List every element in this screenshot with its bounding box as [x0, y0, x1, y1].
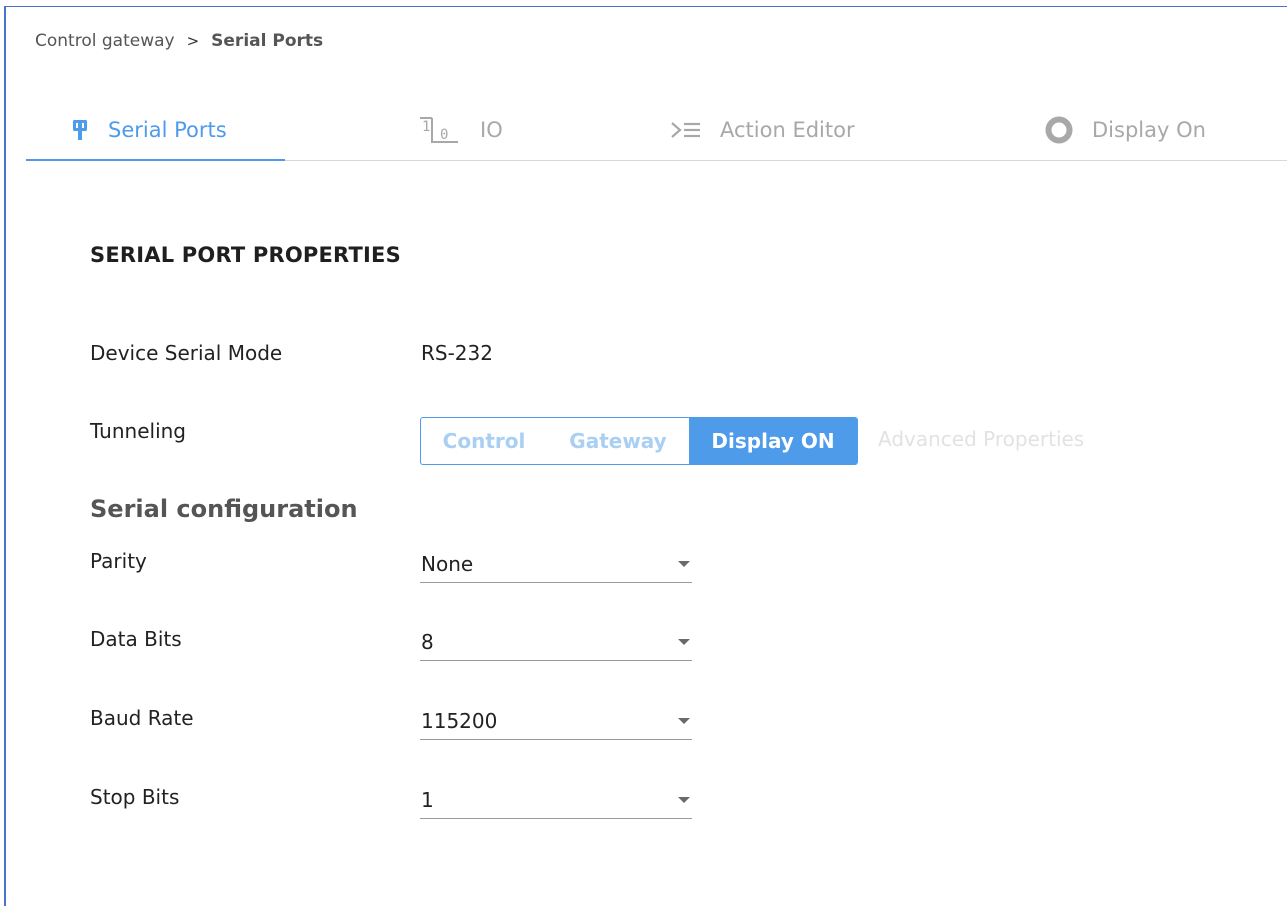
data-bits-value: 8: [421, 630, 434, 654]
tab-serial-ports[interactable]: Serial Ports: [26, 99, 285, 161]
breadcrumb-separator: >: [186, 32, 200, 50]
tab-action-editor[interactable]: Action Editor: [670, 99, 855, 160]
tab-label: Display On: [1092, 117, 1206, 142]
app-frame: Control gateway > Serial Ports Serial Po…: [4, 6, 1287, 906]
tab-label: IO: [480, 117, 503, 142]
section-title: SERIAL PORT PROPERTIES: [90, 243, 401, 267]
stop-bits-select[interactable]: 1: [420, 784, 692, 819]
tab-label: Action Editor: [720, 117, 855, 142]
plug-icon: [70, 119, 90, 141]
baud-rate-value: 115200: [421, 709, 498, 733]
tab-io[interactable]: 1 0 IO: [418, 99, 503, 160]
breadcrumb: Control gateway > Serial Ports: [35, 31, 323, 51]
tab-display-on[interactable]: Display On: [1044, 99, 1206, 160]
tab-label: Serial Ports: [108, 117, 227, 142]
action-list-icon: [670, 120, 702, 140]
breadcrumb-current: Serial Ports: [211, 31, 324, 51]
tunneling-option-control[interactable]: Control: [421, 418, 547, 464]
stop-bits-label: Stop Bits: [90, 785, 180, 809]
advanced-properties-link[interactable]: Advanced Properties: [878, 427, 1084, 451]
data-bits-label: Data Bits: [90, 627, 182, 651]
tunneling-label: Tunneling: [90, 419, 186, 443]
serial-configuration-heading: Serial configuration: [90, 495, 358, 523]
parity-value: None: [421, 552, 474, 576]
svg-text:0: 0: [440, 127, 448, 143]
tunneling-option-display-on[interactable]: Display ON: [689, 418, 857, 464]
breadcrumb-parent[interactable]: Control gateway: [35, 31, 175, 51]
tunneling-option-gateway[interactable]: Gateway: [547, 418, 689, 464]
chevron-down-icon: [678, 561, 690, 567]
baud-rate-label: Baud Rate: [90, 706, 194, 730]
tab-bar: Serial Ports 1 0 IO Action Editor Displa…: [26, 99, 1287, 161]
chevron-down-icon: [678, 718, 690, 724]
device-serial-mode-value: RS-232: [421, 341, 493, 365]
svg-text:1: 1: [422, 119, 430, 135]
io-icon: 1 0: [418, 115, 462, 145]
chevron-down-icon: [678, 639, 690, 645]
chevron-down-icon: [678, 797, 690, 803]
parity-label: Parity: [90, 549, 147, 573]
baud-rate-select[interactable]: 115200: [420, 705, 692, 740]
ring-icon: [1044, 115, 1074, 145]
parity-select[interactable]: None: [420, 548, 692, 583]
tunneling-segmented-control: Control Gateway Display ON: [420, 417, 858, 465]
stop-bits-value: 1: [421, 788, 434, 812]
device-serial-mode-label: Device Serial Mode: [90, 341, 283, 365]
data-bits-select[interactable]: 8: [420, 626, 692, 661]
